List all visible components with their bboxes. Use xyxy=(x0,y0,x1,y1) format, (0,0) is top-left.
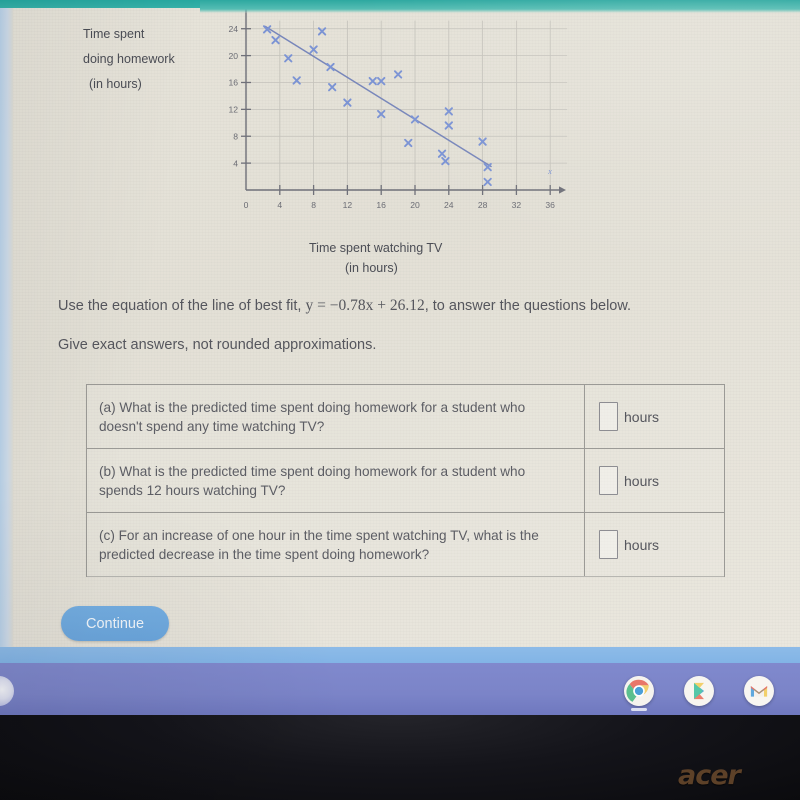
svg-text:4: 4 xyxy=(277,200,282,210)
acer-brand-logo: acer xyxy=(678,760,741,791)
question-a-answer-cell: hours xyxy=(585,385,724,448)
svg-text:28: 28 xyxy=(478,200,488,210)
table-row: (c) For an increase of one hour in the t… xyxy=(87,513,724,577)
prompt-line-1: Use the equation of the line of best fit… xyxy=(58,297,631,315)
svg-text:4: 4 xyxy=(233,158,238,168)
gmail-icon-glyph xyxy=(744,676,774,706)
continue-button[interactable]: Continue xyxy=(61,606,169,641)
photo-of-laptop-screen: Time spent doing homework (in hours) 0 4 8… xyxy=(0,0,800,800)
chrome-icon[interactable] xyxy=(624,676,654,706)
svg-text:12: 12 xyxy=(228,105,238,115)
prompt-text-pre: Use the equation of the line of best fit… xyxy=(58,298,306,314)
y-axis-caption-line-1: Time spent xyxy=(83,27,145,41)
svg-text:12: 12 xyxy=(343,200,353,210)
svg-text:24: 24 xyxy=(444,200,454,210)
play-store-icon-glyph xyxy=(684,676,714,706)
best-fit-equation: y = −0.78x + 26.12 xyxy=(305,297,425,314)
browser-bottom-band xyxy=(0,647,800,663)
scatter-plot-svg: 0 4 8 12 16 20 24 28 32 36 4 8 12 16 20 24 x xyxy=(228,8,568,210)
y-axis-caption: Time spent doing homework (in hours) xyxy=(83,22,175,97)
svg-text:36: 36 xyxy=(545,200,555,210)
svg-text:8: 8 xyxy=(311,200,316,210)
y-axis-caption-line-3: (in hours) xyxy=(89,77,142,91)
prompt-text-post: , to answer the questions below. xyxy=(424,298,632,314)
answer-unit-a: hours xyxy=(624,408,660,425)
question-a-text: (a) What is the predicted time spent doi… xyxy=(87,385,585,448)
worksheet-page: Time spent doing homework (in hours) 0 4 8… xyxy=(13,6,800,647)
svg-text:x: x xyxy=(547,166,552,176)
scatter-plot: 0 4 8 12 16 20 24 28 32 36 4 8 12 16 20 24 x xyxy=(218,6,568,221)
chrome-icon-glyph xyxy=(624,676,654,706)
questions-table: (a) What is the predicted time spent doi… xyxy=(86,384,725,577)
chrome-active-indicator xyxy=(631,708,647,711)
page-header-strip-inner xyxy=(200,0,800,13)
svg-text:16: 16 xyxy=(376,200,386,210)
browser-left-edge xyxy=(0,0,13,647)
answer-unit-b: hours xyxy=(624,472,660,489)
answer-unit-c: hours xyxy=(624,536,660,553)
question-c-text: (c) For an increase of one hour in the t… xyxy=(87,513,585,576)
chromeos-shelf xyxy=(0,663,800,715)
svg-text:32: 32 xyxy=(512,200,522,210)
x-axis-caption: Time spent watching TV (in hours) xyxy=(309,238,442,278)
play-store-icon[interactable] xyxy=(684,676,714,706)
x-axis-caption-line-1: Time spent watching TV xyxy=(309,241,443,255)
table-row: (b) What is the predicted time spent doi… xyxy=(87,449,724,513)
svg-text:8: 8 xyxy=(233,131,238,141)
gmail-icon[interactable] xyxy=(744,676,774,706)
answer-input-c[interactable] xyxy=(599,530,618,559)
y-axis-caption-line-2: doing homework xyxy=(83,52,175,66)
svg-text:20: 20 xyxy=(410,200,420,210)
x-axis-caption-line-2: (in hours) xyxy=(345,261,398,275)
laptop-screen: Time spent doing homework (in hours) 0 4 8… xyxy=(0,0,800,715)
answer-input-b[interactable] xyxy=(599,466,618,495)
svg-text:20: 20 xyxy=(228,51,238,61)
prompt-line-2: Give exact answers, not rounded approxim… xyxy=(58,337,377,353)
svg-text:24: 24 xyxy=(228,24,238,34)
svg-text:16: 16 xyxy=(228,78,238,88)
answer-input-a[interactable] xyxy=(599,402,618,431)
svg-text:0: 0 xyxy=(244,200,249,210)
question-b-text: (b) What is the predicted time spent doi… xyxy=(87,449,585,512)
question-c-answer-cell: hours xyxy=(585,513,724,576)
question-b-answer-cell: hours xyxy=(585,449,724,512)
table-row: (a) What is the predicted time spent doi… xyxy=(87,385,724,449)
